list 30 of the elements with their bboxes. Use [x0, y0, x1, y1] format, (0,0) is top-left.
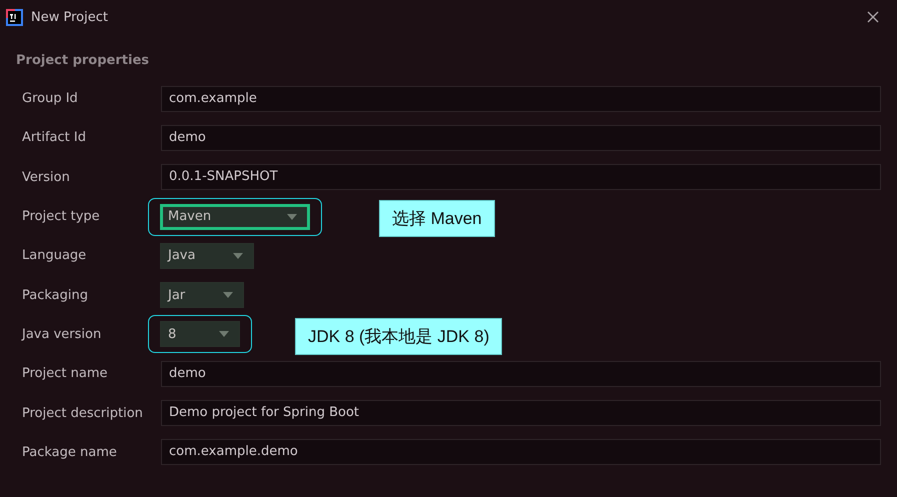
caret-icon: [223, 292, 233, 298]
callout-note: JDK 8 (我本地是 JDK 8): [295, 318, 502, 355]
caret-icon: [233, 252, 243, 259]
field-label: Group Id: [22, 91, 79, 106]
field-label: Package name: [22, 444, 118, 460]
text-field[interactable]: Demo project for Spring Boot: [161, 400, 881, 426]
dropdown[interactable]: Java: [160, 242, 254, 269]
window-title: New Project: [31, 10, 108, 24]
dropdown[interactable]: 8: [160, 321, 240, 348]
caret-icon: [287, 214, 297, 220]
dropdown[interactable]: Jar: [160, 282, 244, 308]
dropdown[interactable]: Maven: [160, 204, 310, 230]
app-icon: [6, 8, 23, 26]
field-label: Project name: [22, 366, 108, 382]
field-label: Java version: [22, 326, 102, 342]
caret-icon: [219, 331, 229, 338]
field-label: Packaging: [22, 288, 89, 303]
text-field[interactable]: demo: [161, 360, 881, 387]
field-label: Version: [22, 170, 71, 185]
field-label: Project type: [22, 209, 101, 224]
close-icon[interactable]: [867, 11, 879, 23]
field-label: Language: [22, 248, 88, 264]
field-label: Artifact Id: [22, 130, 87, 146]
section-heading: Project properties: [15, 52, 150, 70]
text-field[interactable]: demo: [161, 124, 881, 151]
field-label: Project description: [22, 406, 144, 421]
text-field[interactable]: com.example: [161, 86, 881, 112]
callout-note: 选择 Maven: [379, 200, 495, 237]
text-field[interactable]: 0.0.1-SNAPSHOT: [161, 164, 881, 190]
text-field[interactable]: com.example.demo: [161, 439, 881, 466]
